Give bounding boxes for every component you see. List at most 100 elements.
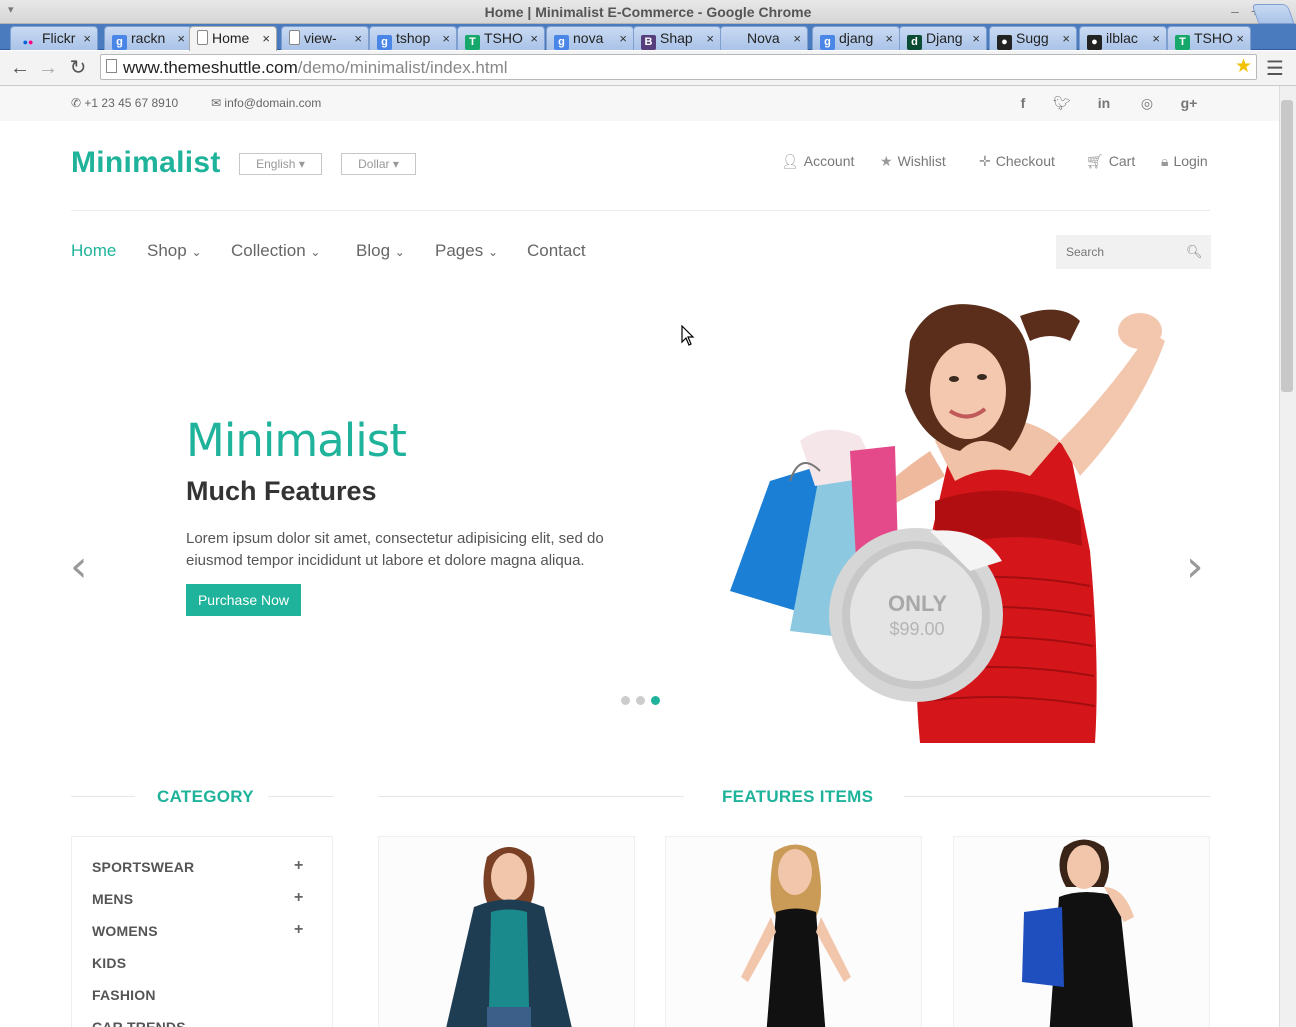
tab-label: tshop — [396, 30, 431, 46]
wishlist-link[interactable]: ★ Wishlist — [880, 153, 946, 170]
browser-tab[interactable]: g nova × — [546, 26, 634, 50]
google-plus-icon[interactable]: g+ — [1179, 95, 1199, 111]
browser-tab[interactable]: ● ilblac × — [1079, 26, 1167, 50]
account-link[interactable]: 👤︎ Account — [781, 153, 854, 170]
tab-label: view- — [304, 30, 337, 46]
purchase-now-button[interactable]: Purchase Now — [186, 584, 301, 616]
url-path: /demo/minimalist/index.html — [297, 58, 508, 77]
login-link[interactable]: 🔒︎ Login — [1161, 153, 1208, 170]
browser-tab[interactable]: ● Sugg × — [989, 26, 1077, 50]
browser-tab[interactable]: Nova × — [720, 26, 808, 50]
nav-home[interactable]: Home — [71, 241, 116, 261]
scrollbar-thumb[interactable] — [1281, 100, 1293, 392]
url-text[interactable]: www.themeshuttle.com/demo/minimalist/ind… — [123, 58, 508, 78]
user-icon: 👤︎ — [781, 153, 799, 169]
tab-close-icon[interactable]: × — [354, 31, 362, 46]
language-value: English — [256, 157, 296, 171]
browser-tab[interactable]: g djang × — [812, 26, 900, 50]
slider-dot[interactable] — [621, 696, 630, 705]
nav-shop[interactable]: Shop ⌄ — [147, 241, 202, 261]
new-tab-button[interactable] — [1251, 4, 1295, 24]
browser-tab[interactable]: g tshop × — [369, 26, 457, 50]
chrome-menu-icon[interactable]: ☰ — [1266, 56, 1284, 81]
tab-close-icon[interactable]: × — [619, 31, 627, 46]
minimize-icon[interactable]: ‒ — [1228, 3, 1242, 19]
tab-close-icon[interactable]: × — [1062, 31, 1070, 46]
slider-dot-active[interactable] — [651, 696, 660, 705]
slider-prev-icon[interactable]: ‹ — [70, 541, 88, 592]
cart-link[interactable]: 🛒︎ Cart — [1086, 153, 1135, 170]
category-title-rule — [71, 796, 135, 797]
chevron-down-icon: ⌄ — [394, 245, 405, 259]
page-icon — [106, 59, 117, 73]
nav-blog-label: Blog — [356, 241, 391, 260]
tab-label: TSHO — [484, 30, 523, 46]
forward-icon[interactable]: → — [36, 56, 60, 80]
search-input[interactable] — [1056, 235, 1181, 269]
site-logo[interactable]: Minimalist — [71, 146, 221, 180]
linkedin-icon[interactable]: in — [1094, 95, 1114, 111]
browser-tab[interactable]: T TSHO × — [1167, 26, 1251, 50]
slider-dot[interactable] — [636, 696, 645, 705]
phone-contact: ✆ +1 23 45 67 8910 — [71, 96, 178, 110]
tab-close-icon[interactable]: × — [530, 31, 538, 46]
product-card[interactable] — [665, 836, 922, 1027]
category-mens[interactable]: MENS — [92, 891, 133, 907]
search-icon[interactable]: 🔍︎ — [1186, 244, 1203, 260]
email-address: info@domain.com — [224, 96, 322, 110]
category-car-trends[interactable]: CAR TRENDS — [92, 1019, 186, 1027]
email-contact[interactable]: ✉ info@domain.com — [211, 96, 321, 110]
tab-close-icon[interactable]: × — [1152, 31, 1160, 46]
address-bar[interactable]: www.themeshuttle.com/demo/minimalist/ind… — [100, 54, 1257, 80]
expand-plus-icon[interactable]: + — [294, 857, 303, 875]
tab-close-icon[interactable]: × — [177, 31, 185, 46]
expand-plus-icon[interactable]: + — [294, 921, 303, 939]
currency-select[interactable]: Dollar ▾ — [341, 153, 416, 175]
category-sportswear[interactable]: SPORTSWEAR — [92, 859, 194, 875]
slider-next-icon[interactable]: › — [1186, 541, 1204, 592]
browser-tab[interactable]: Home × — [189, 26, 277, 51]
twitter-icon[interactable]: 🐦︎ — [1052, 95, 1072, 112]
language-select[interactable]: English ▾ — [239, 153, 322, 175]
browser-tab[interactable]: ●● Flickr × — [10, 26, 98, 50]
facebook-icon[interactable]: f — [1013, 95, 1033, 111]
tab-close-icon[interactable]: × — [885, 31, 893, 46]
expand-plus-icon[interactable]: + — [294, 889, 303, 907]
browser-tab[interactable]: B Shap × — [633, 26, 721, 50]
google-icon: g — [112, 35, 127, 50]
browser-tab[interactable]: T TSHO × — [457, 26, 545, 50]
back-icon[interactable]: ← — [8, 56, 32, 80]
product-card[interactable] — [378, 836, 635, 1027]
tab-close-icon[interactable]: × — [262, 31, 270, 46]
nav-pages[interactable]: Pages ⌄ — [435, 241, 498, 261]
nav-contact[interactable]: Contact — [527, 241, 586, 261]
product-image — [1022, 839, 1134, 1027]
browser-tab[interactable]: d Djang × — [899, 26, 987, 50]
bookmark-star-icon[interactable]: ★ — [1235, 55, 1252, 78]
tab-close-icon[interactable]: × — [972, 31, 980, 46]
dribbble-icon[interactable]: ◎ — [1137, 95, 1157, 112]
nav-blog[interactable]: Blog ⌄ — [356, 241, 405, 261]
tab-close-icon[interactable]: × — [83, 31, 91, 46]
product-card[interactable] — [953, 836, 1210, 1027]
tab-label: Shap — [660, 30, 693, 46]
category-fashion[interactable]: FASHION — [92, 987, 156, 1003]
browser-tab[interactable]: view- × — [281, 26, 369, 50]
caret-down-icon: ▾ — [298, 157, 305, 171]
tab-label: Sugg — [1016, 30, 1049, 46]
tab-label: rackn — [131, 30, 166, 46]
browser-tab[interactable]: g rackn × — [104, 26, 192, 50]
tab-close-icon[interactable]: × — [706, 31, 714, 46]
reload-icon[interactable]: ↻ — [66, 56, 90, 80]
tab-close-icon[interactable]: × — [793, 31, 801, 46]
tab-strip: ●● Flickr × g rackn × Home × view- × g tshop × T TSHO ×… — [0, 24, 1296, 51]
checkout-link[interactable]: ✛ Checkout — [979, 153, 1055, 170]
product-image — [741, 844, 851, 1027]
category-kids[interactable]: KIDS — [92, 955, 126, 971]
nav-collection[interactable]: Collection ⌄ — [231, 241, 320, 261]
chevron-down-icon: ⌄ — [487, 245, 498, 259]
tab-close-icon[interactable]: × — [1236, 31, 1244, 46]
category-womens[interactable]: WOMENS — [92, 923, 158, 939]
cart-label: Cart — [1108, 153, 1136, 169]
tab-close-icon[interactable]: × — [442, 31, 450, 46]
